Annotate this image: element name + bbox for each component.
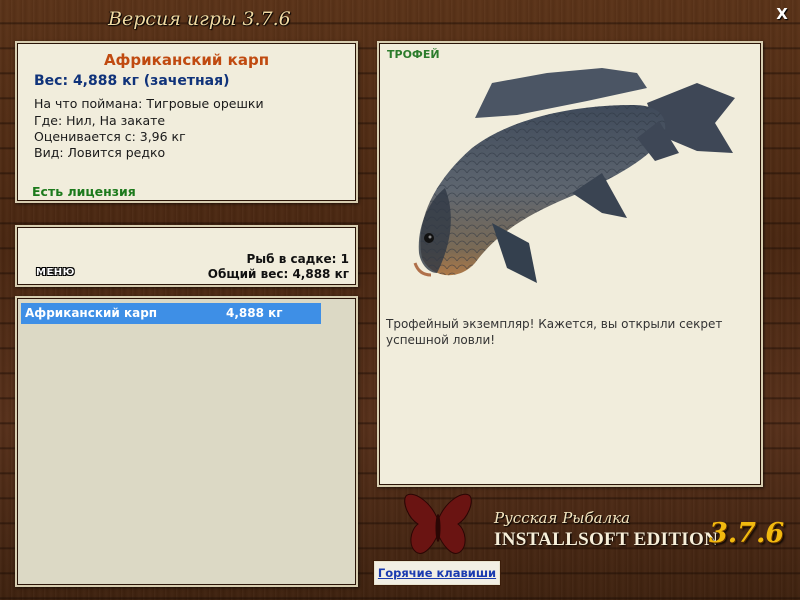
fish-name: Африканский карп bbox=[103, 51, 270, 69]
menu-button[interactable]: МЕНЮ bbox=[36, 267, 75, 278]
trophy-panel: ТРОФЕЙ Трофейный экземпляр! Кажется, вы … bbox=[377, 41, 763, 487]
logo-title: Русская Рыбалка bbox=[494, 509, 631, 527]
catch-list[interactable]: Африканский карп 4,888 кг bbox=[15, 296, 358, 587]
hotkeys-button[interactable]: Горячие клавиши bbox=[374, 561, 500, 585]
rated-from-info: Оценивается с: 3,96 кг bbox=[34, 129, 186, 144]
butterfly-icon bbox=[404, 493, 472, 554]
fish-weight: Вес: 4,888 кг (зачетная) bbox=[34, 73, 230, 89]
window-title: Версия игры 3.7.6 bbox=[108, 8, 291, 30]
close-button[interactable]: X bbox=[773, 5, 791, 23]
fish-count: Рыб в садке: 1 bbox=[246, 252, 350, 266]
logo-version: 3.7.6 bbox=[709, 518, 785, 549]
fish-info-panel: Африканский карп Вес: 4,888 кг (зачетная… bbox=[15, 41, 358, 203]
location-info: Где: Нил, На закате bbox=[34, 113, 166, 128]
total-weight: Общий вес: 4,888 кг bbox=[207, 267, 349, 281]
trophy-description: Трофейный экземпляр! Кажется, вы открыли… bbox=[386, 317, 723, 347]
rarity-info: Вид: Ловится редко bbox=[34, 145, 166, 160]
license-status: Есть лицензия bbox=[32, 184, 136, 199]
logo-edition: INSTALLSOFT EDITION bbox=[494, 529, 719, 550]
list-item[interactable]: Африканский карп 4,888 кг bbox=[21, 303, 321, 324]
bait-info: На что поймана: Тигровые орешки bbox=[34, 96, 264, 111]
net-stats-panel: Рыб в садке: 1 Общий вес: 4,888 кг МЕНЮ bbox=[15, 225, 358, 287]
list-item-weight: 4,888 кг bbox=[226, 306, 283, 320]
list-item-name: Африканский карп bbox=[25, 306, 158, 320]
carp-fish-icon bbox=[413, 68, 735, 283]
